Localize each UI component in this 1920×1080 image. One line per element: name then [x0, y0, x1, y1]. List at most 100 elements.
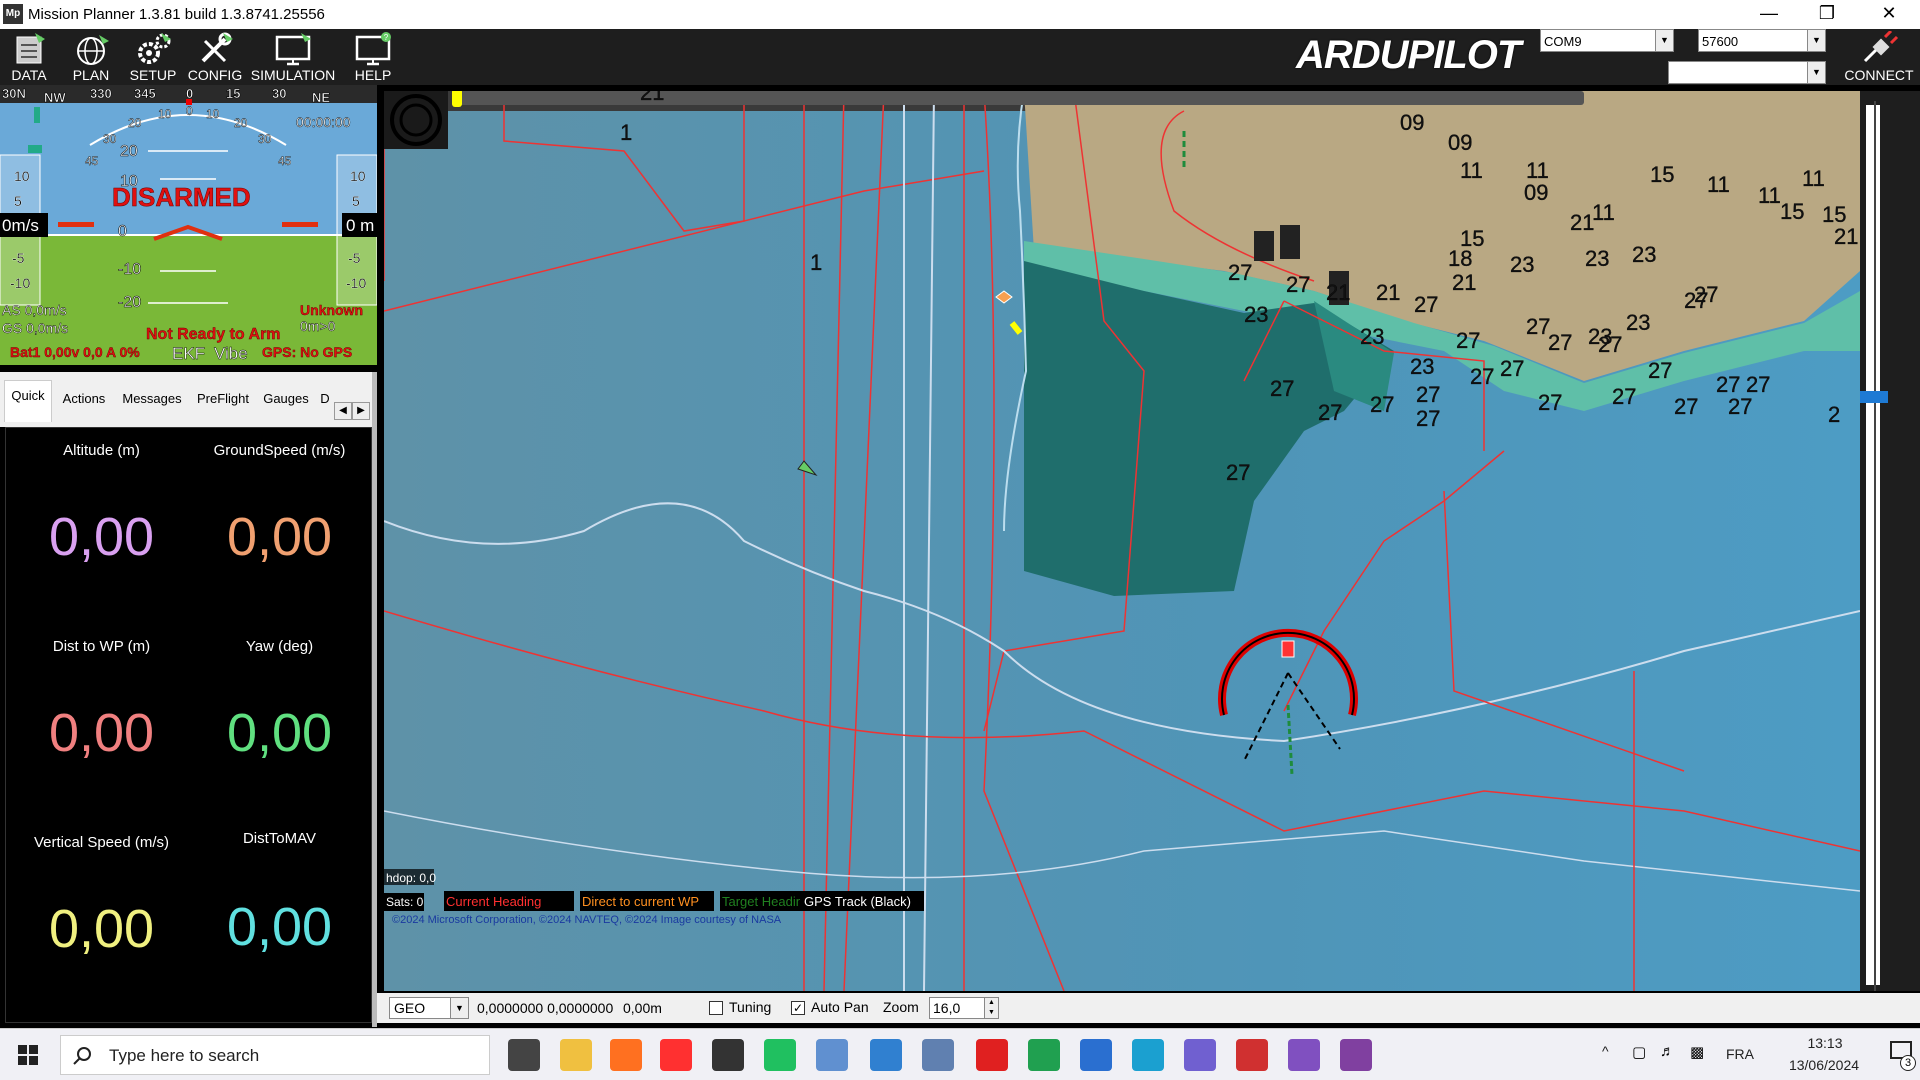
taskbar-search-box[interactable]: Type here to search [60, 1035, 490, 1075]
quick-label: Yaw (deg) [245, 638, 314, 655]
spinner-icon[interactable]: ▲ ▼ [984, 998, 998, 1018]
menu-simulation-label: SIMULATION [250, 67, 336, 83]
menu-simulation-button[interactable]: SIMULATION [248, 29, 338, 85]
menu-help-button[interactable]: ? HELP [342, 29, 404, 85]
depth-label: 27 [1548, 330, 1572, 355]
excel-chart-icon[interactable] [1028, 1039, 1060, 1071]
yandex-icon[interactable] [660, 1039, 692, 1071]
tray-chevron-up-icon[interactable]: ^ [1602, 1043, 1609, 1059]
chevron-down-icon: ▼ [450, 998, 468, 1018]
tab-scroll-right-button[interactable]: ▶ [352, 402, 370, 420]
info-tabs: Quick Actions Messages PreFlight Gauges … [0, 372, 377, 427]
menu-setup-button[interactable]: SETUP [124, 29, 182, 85]
roll-label: 30 [103, 132, 117, 146]
acrobat-icon[interactable] [976, 1039, 1008, 1071]
image-viewer-icon[interactable] [922, 1039, 954, 1071]
menu-data-button[interactable]: DATA [0, 29, 58, 85]
arm-status: DISARMED [112, 182, 251, 212]
tab-quick[interactable]: Quick [4, 380, 52, 422]
not-ready-text: Not Ready to Arm [146, 326, 281, 343]
depth-label: 27 [1370, 392, 1394, 417]
connect-button[interactable]: CONNECT [1840, 29, 1918, 85]
cursor-alt: 0,00m [623, 1000, 662, 1016]
tab-more[interactable]: D [318, 384, 332, 414]
depth-label: 23 [1410, 354, 1434, 379]
baud-value: 57600 [1702, 34, 1739, 49]
restore-button[interactable]: ❐ [1798, 0, 1856, 29]
hud-panel: 30N NW 330 345 0 15 30 NE 45 30 20 10 0 … [0, 85, 377, 365]
tab-actions[interactable]: Actions [56, 384, 112, 414]
tuning-label: Tuning [729, 999, 772, 1015]
legend-direct-to-wp: Direct to current WP [582, 894, 699, 909]
filezilla-icon[interactable] [1236, 1039, 1268, 1071]
autopan-label: Auto Pan [811, 999, 869, 1015]
tab-messages[interactable]: Messages [116, 384, 188, 414]
gps-status: GPS: No GPS [262, 344, 352, 360]
depth-label: 11 [1592, 200, 1615, 225]
depth-label: 1 [620, 120, 632, 145]
zoom-slider[interactable] [1860, 91, 1920, 991]
extra-select[interactable]: ▼ [1668, 61, 1826, 84]
depth-label: 21 [640, 91, 664, 105]
groundspeed-text: GS 0,0m/s [2, 320, 68, 336]
mission-planner-icon[interactable] [712, 1039, 744, 1071]
map-view[interactable]: 2111090911110911151111151115212127272321… [384, 91, 1860, 991]
menu-help-label: HELP [354, 67, 392, 83]
depth-label: 21 [1570, 210, 1594, 235]
pycharm-icon[interactable] [764, 1039, 796, 1071]
alt-tape-label: -10 [346, 275, 366, 291]
close-button[interactable]: ✕ [1860, 0, 1918, 29]
tab-gauges[interactable]: Gauges [258, 384, 314, 414]
pitch-label: -20 [118, 294, 141, 311]
menu-plan-button[interactable]: PLAN [62, 29, 120, 85]
depth-label: 23 [1360, 324, 1384, 349]
roll-label: 45 [278, 154, 292, 168]
coord-system-select[interactable]: GEO ▼ [389, 997, 469, 1019]
input-language[interactable]: FRA [1726, 1046, 1754, 1062]
tab-scroll-left-button[interactable]: ◀ [334, 402, 352, 420]
minimize-button[interactable]: — [1740, 0, 1798, 29]
visual-studio-icon[interactable] [1288, 1039, 1320, 1071]
quick-panel: Altitude (m) 0,00 GroundSpeed (m/s) 0,00… [5, 427, 372, 1023]
clock-date[interactable]: 13/06/2024 [1776, 1057, 1872, 1073]
volume-icon[interactable]: ♬ [1660, 1043, 1675, 1060]
port-value: COM9 [1544, 34, 1582, 49]
depth-label: 21 [1326, 280, 1350, 305]
menu-setup-label: SETUP [129, 67, 177, 83]
zoom-thumb[interactable] [1860, 391, 1888, 403]
autopan-checkbox[interactable]: ✓ [791, 1001, 805, 1015]
task-view-icon[interactable] [508, 1039, 540, 1071]
notification-count: 3 [1900, 1055, 1916, 1071]
menu-config-button[interactable]: CONFIG [186, 29, 244, 85]
depth-label: 11 [1802, 166, 1825, 191]
edge-icon[interactable] [1132, 1039, 1164, 1071]
qbittorrent-icon[interactable] [1080, 1039, 1112, 1071]
legend-gps-track: GPS Track (Black) [804, 894, 911, 909]
monitor-plane-icon [275, 33, 311, 66]
pitch-label: 20 [120, 143, 138, 160]
github-icon[interactable] [1340, 1039, 1372, 1071]
baud-select[interactable]: 57600 ▼ [1698, 29, 1826, 52]
panel-splitter[interactable] [372, 372, 377, 1027]
port-select[interactable]: COM9 ▼ [1540, 29, 1674, 52]
files-icon[interactable] [816, 1039, 848, 1071]
heading-tick: 30N [2, 86, 26, 101]
devices-icon[interactable]: ▩ [1690, 1043, 1704, 1061]
vpn-icon[interactable] [1184, 1039, 1216, 1071]
depth-label: 21 [1376, 280, 1400, 305]
quick-label: Vertical Speed (m/s) [33, 834, 170, 851]
depth-label: 27 [1598, 332, 1622, 357]
depth-label: 23 [1632, 242, 1656, 267]
windows-start-icon[interactable] [18, 1045, 38, 1065]
document-icon[interactable] [870, 1039, 902, 1071]
tuning-checkbox[interactable] [709, 1001, 723, 1015]
zoom-input[interactable]: 16,0 ▲ ▼ [929, 997, 999, 1019]
firefox-icon[interactable] [610, 1039, 642, 1071]
menu-plan-label: PLAN [72, 67, 110, 83]
roll-label: 10 [206, 107, 220, 121]
tab-preflight[interactable]: PreFlight [192, 384, 254, 414]
clock-time[interactable]: 13:13 [1790, 1035, 1860, 1051]
depth-label: 27 [1500, 356, 1524, 381]
file-explorer-icon[interactable] [560, 1039, 592, 1071]
network-icon[interactable]: ▢ [1632, 1043, 1646, 1061]
